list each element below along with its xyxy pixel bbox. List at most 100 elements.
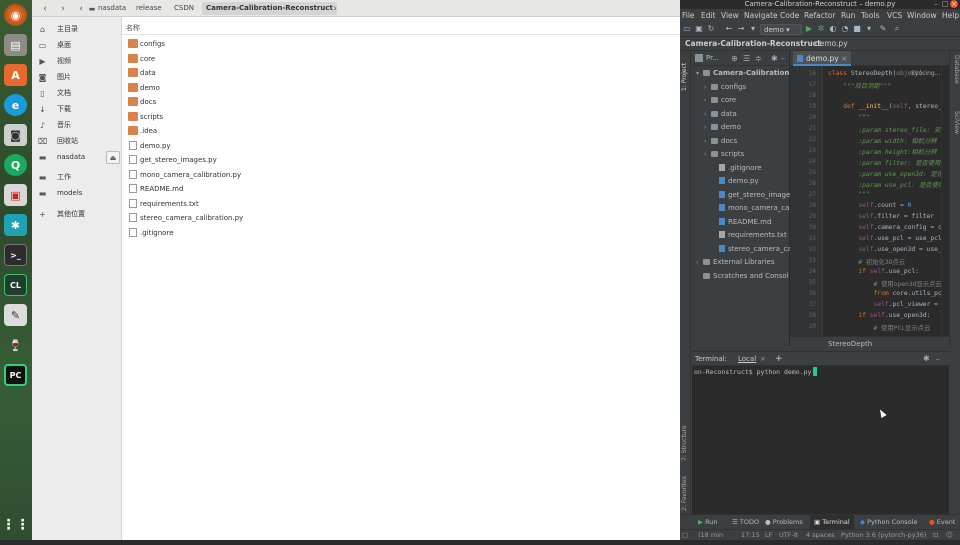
expand-arrow-icon[interactable]: › [704, 135, 711, 148]
tree-item[interactable]: › configs [704, 81, 746, 94]
menu-run[interactable]: Run [841, 9, 855, 22]
hide-icon[interactable]: – [781, 51, 785, 66]
terminal-panel[interactable]: Terminal: Local × + ✱ – on-Reconstruct$ … [692, 351, 949, 514]
expand-icon[interactable]: ≑ [755, 51, 762, 66]
breadcrumb-release[interactable]: release [132, 2, 166, 15]
forward-icon[interactable]: → [736, 24, 746, 34]
expand-arrow-icon[interactable]: › [696, 256, 703, 269]
inspector-icon[interactable]: ☺ [946, 530, 953, 541]
minimize-icon[interactable]: – [932, 0, 940, 8]
files-icon[interactable]: ▤ [4, 34, 27, 56]
expand-arrow-icon[interactable]: › [704, 94, 711, 107]
run-icon[interactable]: ▶ [804, 24, 814, 34]
place-models[interactable]: ▬ models [32, 186, 122, 201]
back-icon[interactable]: ‹ [38, 2, 52, 15]
run-config-select[interactable]: demo ▾ [760, 24, 802, 35]
tool-tab-favorites[interactable]: 2: Favorites [681, 471, 690, 511]
breadcrumb-csdn[interactable]: CSDN [170, 2, 198, 15]
tree-item[interactable]: › scripts [704, 148, 744, 161]
place-videos[interactable]: ▶ 视频 [32, 54, 122, 69]
tab-todo[interactable]: ☰ TODO [732, 515, 759, 530]
tree-item[interactable]: › docs [704, 135, 737, 148]
nav-project[interactable]: Camera-Calibration-Reconstruct [685, 37, 821, 51]
menu-edit[interactable]: Edit [701, 9, 716, 22]
maximize-icon[interactable]: □ [941, 0, 949, 8]
network-icon[interactable]: ✱ [4, 214, 27, 236]
collapse-all-icon[interactable]: ☰ [743, 51, 750, 66]
close-tab-icon[interactable]: × [760, 352, 766, 366]
menu-code[interactable]: Code [780, 9, 799, 22]
tool-tab-database[interactable]: Database [951, 55, 960, 93]
tree-item[interactable]: › core [704, 94, 736, 107]
tree-item[interactable]: ▾ Camera-Calibration [696, 67, 789, 80]
browser-e-icon[interactable]: e [4, 94, 27, 116]
status-indent[interactable]: 4 spaces [806, 530, 835, 541]
locate-icon[interactable]: ⊕ [731, 51, 738, 66]
camera-icon[interactable]: ◙ [4, 124, 27, 146]
search-q-icon[interactable]: Q [4, 154, 27, 176]
editor-tab-demo-py[interactable]: demo.py × [793, 51, 852, 66]
menu-refactor[interactable]: Refactor [804, 9, 835, 22]
status-encoding[interactable]: UTF-8 [779, 530, 798, 541]
tree-item[interactable]: requirements.txt [712, 229, 787, 242]
app-grid-icon[interactable]: ⋮⋮ [2, 514, 30, 536]
expand-arrow-icon[interactable]: › [704, 148, 711, 161]
gear-icon[interactable]: ✱ [923, 352, 930, 366]
forward-icon[interactable]: › [56, 2, 70, 15]
back-icon[interactable]: ← [724, 24, 734, 34]
menu-view[interactable]: View [721, 9, 739, 22]
stop-icon[interactable]: ■ [852, 24, 862, 34]
search-icon[interactable]: ⌕ [892, 24, 902, 34]
place-downloads[interactable]: ↓ 下载 [32, 102, 122, 117]
tree-item[interactable]: › demo [704, 121, 741, 134]
expand-arrow-icon[interactable]: › [704, 121, 711, 134]
expand-arrow-icon[interactable]: ▾ [696, 67, 703, 80]
coverage-icon[interactable]: ◐ [828, 24, 838, 34]
tab-problems[interactable]: ● Problems [765, 515, 803, 530]
menu-file[interactable]: File [682, 9, 695, 22]
breadcrumb-nasdata[interactable]: nasdata [94, 2, 130, 15]
debug-icon[interactable]: ✲ [816, 24, 826, 34]
tree-item[interactable]: demo.py [712, 175, 759, 188]
pycharm-icon[interactable]: PC [4, 364, 27, 386]
build-icon[interactable]: ▾ [748, 24, 758, 34]
column-header-name[interactable]: 名称 [122, 21, 680, 35]
place-pictures[interactable]: ◙ 图片 [32, 70, 122, 85]
nav-file[interactable]: demo.py [815, 37, 848, 51]
menu-window[interactable]: Window [907, 9, 937, 22]
place-work[interactable]: ▬ 工作 [32, 170, 122, 185]
expand-arrow-icon[interactable]: › [704, 108, 711, 121]
lock-icon[interactable]: ⊡ [933, 530, 938, 541]
tool-tab-structure[interactable]: 7: Structure [681, 421, 690, 461]
structure-breadcrumb[interactable]: StereoDepth [790, 336, 949, 351]
inkscape-icon[interactable]: ✎ [4, 304, 27, 326]
close-icon[interactable]: × [950, 0, 958, 8]
terminal-icon[interactable]: >_ [4, 244, 27, 266]
tab-run[interactable]: ▶ Run [698, 515, 718, 530]
save-icon[interactable]: ▣ [694, 24, 704, 34]
menu-help[interactable]: Help [942, 9, 959, 22]
editor-scrollbar[interactable] [941, 66, 949, 336]
tree-item[interactable]: mono_camera_cal [712, 202, 791, 215]
wine-icon[interactable]: 🍷 [4, 334, 27, 356]
screenshot-icon[interactable]: ▣ [4, 184, 27, 206]
project-view-select[interactable]: Pr... [706, 51, 719, 66]
tool-tab-project[interactable]: 1: Project [681, 55, 690, 91]
open-icon[interactable]: ▭ [682, 24, 692, 34]
code-editor[interactable]: 16 17 18 19 20 21 22 23 24 25 26 27 28 29 30 31 32 33 34 35… [790, 66, 949, 336]
settings-wrench-icon[interactable]: ✎ [878, 24, 888, 34]
eject-icon[interactable]: ⏏ [106, 151, 120, 164]
hide-icon[interactable]: – [936, 352, 940, 366]
sync-icon[interactable]: ↻ [706, 24, 716, 34]
tree-item[interactable]: Scratches and Consol [696, 270, 789, 283]
place-music[interactable]: ♪ 音乐 [32, 118, 122, 133]
vcs-icon[interactable]: ▾ [864, 24, 874, 34]
place-desktop[interactable]: ▭ 桌面 [32, 38, 122, 53]
tab-event-log[interactable]: ● Event Lo [929, 515, 960, 541]
place-other-locations[interactable]: + 其他位置 [32, 207, 122, 222]
place-trash[interactable]: ⌧ 回收站 [32, 134, 122, 149]
new-terminal-icon[interactable]: + [775, 352, 783, 366]
tree-item[interactable]: .gitignore [712, 162, 762, 175]
breadcrumb-current[interactable]: Camera-Calibration-Reconstruct [202, 2, 337, 15]
tree-item[interactable]: › data [704, 108, 737, 121]
